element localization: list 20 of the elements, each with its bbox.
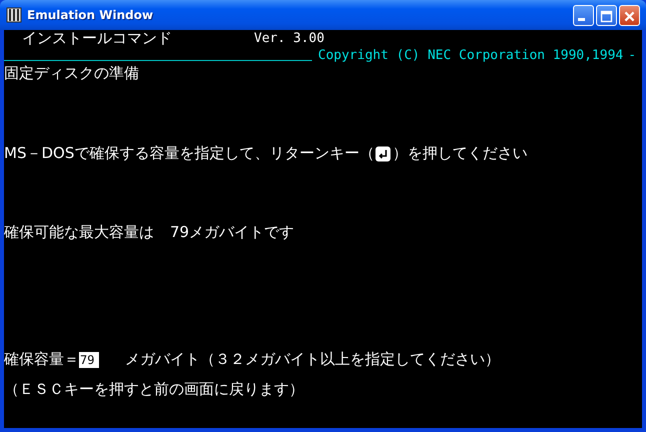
rule-end: -	[628, 48, 636, 63]
instruction-text: MS－DOSで確保する容量を指定して、リターンキー（	[4, 144, 374, 163]
max-capacity-value: 79メガバイトです	[170, 223, 294, 242]
screen-title: 固定ディスクの準備	[4, 64, 139, 83]
instruction-text: ）を押してください	[392, 144, 528, 163]
return-key-icon	[375, 146, 392, 162]
version-text: Ver. 3.00	[254, 31, 324, 46]
maximize-button[interactable]	[596, 4, 617, 26]
capacity-input[interactable]: 79	[79, 352, 99, 368]
capacity-hint: メガバイト（３２メガバイト以上を指定してください）	[125, 350, 500, 369]
program-name: インストールコマンド	[22, 30, 173, 48]
minimize-icon	[578, 18, 585, 20]
app-icon	[6, 7, 22, 23]
copyright-text: Copyright (C) NEC Corporation 1990,1994	[318, 48, 624, 63]
minimize-button[interactable]	[573, 4, 594, 26]
close-button[interactable]	[619, 4, 640, 26]
max-capacity-label: 確保可能な最大容量は	[4, 223, 154, 242]
capacity-label: 確保容量＝	[4, 350, 79, 369]
window-title: Emulation Window	[27, 8, 154, 22]
esc-hint: （ＥＳＣキーを押すと前の画面に戻ります）	[4, 380, 304, 399]
